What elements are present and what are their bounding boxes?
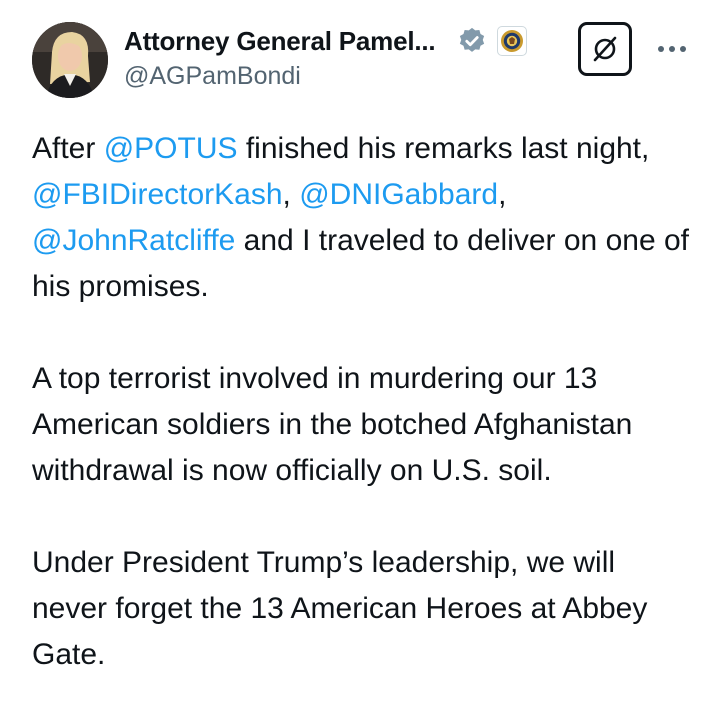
grok-button[interactable] <box>578 22 632 76</box>
author-display-name[interactable]: Attorney General Pamel... <box>124 26 436 57</box>
author-name-row: Attorney General Pamel... <box>124 24 528 58</box>
tweet-paragraph: A top terrorist involved in murdering ou… <box>32 362 633 487</box>
tweet-text: After @POTUS finished his remarks last n… <box>32 126 692 724</box>
author-handle[interactable]: @AGPamBondi <box>124 62 301 91</box>
verified-check-icon[interactable] <box>457 26 487 56</box>
more-options-icon <box>658 46 686 52</box>
mention-link-fbidirectorkash[interactable]: @FBIDirectorKash <box>32 178 283 211</box>
more-options-button[interactable] <box>654 34 690 64</box>
avatar[interactable] <box>32 22 108 98</box>
mention-link-johnratcliffe[interactable]: @JohnRatcliffe <box>32 224 235 257</box>
grok-icon <box>593 36 617 62</box>
tweet-text-segment: , <box>498 178 507 211</box>
tweet-text-segment: finished his remarks last night, <box>237 132 650 165</box>
department-of-justice-seal-icon[interactable] <box>497 26 528 56</box>
tweet-header: Attorney General Pamel... @AGPamBondi <box>0 0 714 110</box>
tweet-paragraph: Under President Trump’s leadership, we w… <box>32 546 648 671</box>
tweet-paragraph: After @POTUS finished his remarks last n… <box>32 126 692 310</box>
mention-link-potus[interactable]: @POTUS <box>104 132 238 165</box>
mention-link-dnigabbard[interactable]: @DNIGabbard <box>299 178 498 211</box>
tweet-text-segment: , <box>282 178 300 211</box>
avatar-photo <box>32 22 108 98</box>
tweet-text-segment: After <box>32 132 104 165</box>
